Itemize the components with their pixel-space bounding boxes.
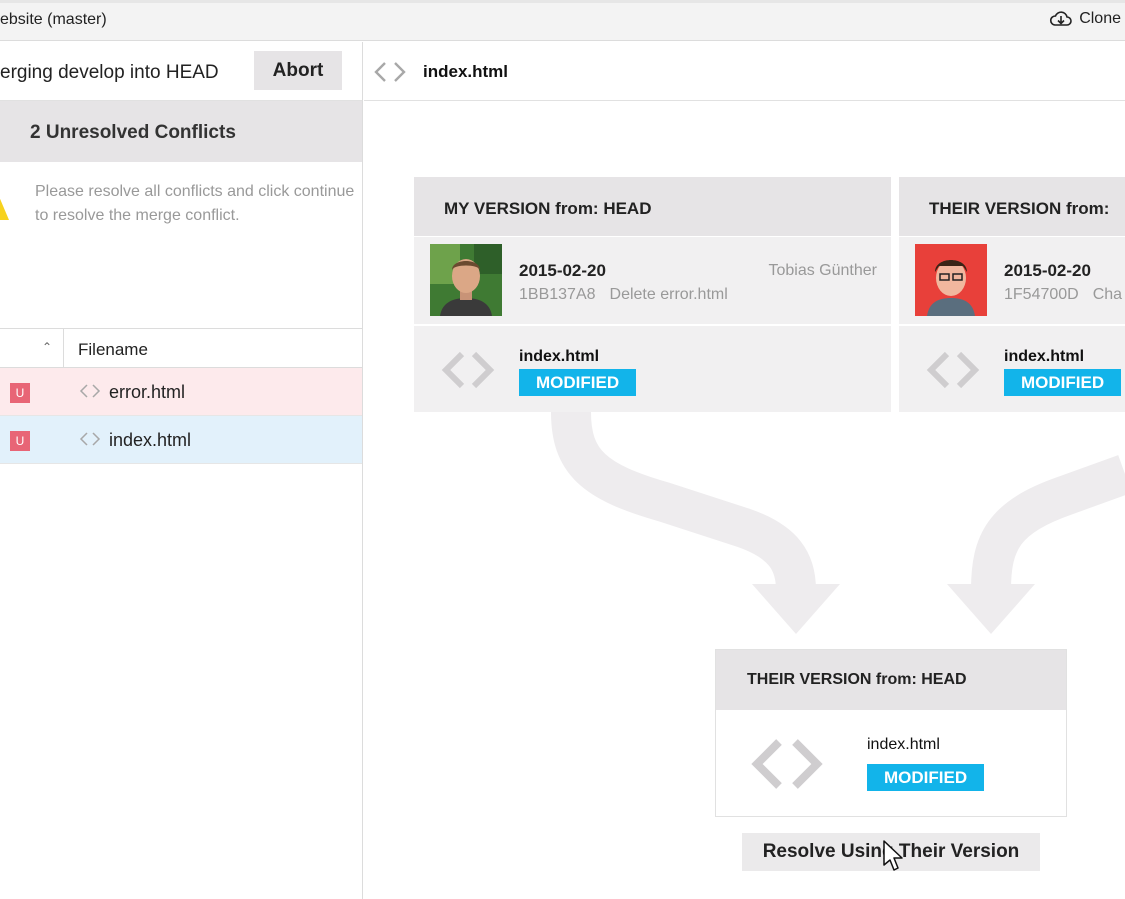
- conflicts-header: 2 Unresolved Conflicts: [0, 101, 362, 162]
- abort-button[interactable]: Abort: [254, 51, 342, 90]
- conflicts-count-label: 2 Unresolved Conflicts: [30, 122, 236, 143]
- modified-badge: MODIFIED: [1004, 369, 1122, 396]
- modified-badge: MODIFIED: [867, 764, 985, 791]
- code-file-icon: [441, 351, 495, 389]
- window-title: ebsite (master): [0, 11, 107, 28]
- file-name: error.html: [109, 382, 186, 402]
- unresolved-badge: U: [10, 431, 30, 451]
- warning-message: Please resolve all conflicts and click c…: [0, 162, 362, 328]
- unresolved-badge: U: [10, 383, 30, 403]
- card-header: MY VERSION from: HEAD: [414, 177, 891, 237]
- modified-badge: MODIFIED: [519, 369, 637, 396]
- commit-date: 2015-02-20: [519, 261, 606, 280]
- clone-button[interactable]: Clone: [1049, 10, 1121, 28]
- resolution-result-card: THEIR VERSION from: HEAD index.html MODI…: [715, 649, 1067, 817]
- card-header: THEIR VERSION from: HEAD: [716, 650, 1066, 710]
- table-row[interactable]: U error.html: [0, 368, 362, 416]
- merge-status-bar: erging develop into HEAD Abort: [0, 42, 362, 101]
- cloud-download-icon: [1050, 11, 1072, 26]
- sort-ascending-icon[interactable]: ⌃: [42, 340, 52, 354]
- commit-meta: 1F54700D Cha: [1004, 286, 1122, 304]
- code-file-icon: [79, 432, 101, 446]
- commit-date: 2015-02-20: [1004, 261, 1091, 280]
- avatar: [915, 244, 987, 316]
- their-version-card[interactable]: THEIR VERSION from: 2015-02-20 1F54700D C…: [899, 177, 1125, 412]
- file-change: index.html MODIFIED: [414, 328, 891, 412]
- commit-hash: 1BB137A8: [519, 286, 596, 303]
- commit-info: 2015-02-20 Tobias Günther 1BB137A8 Delete…: [414, 237, 891, 326]
- code-file-icon: [751, 739, 823, 789]
- table-row[interactable]: U index.html: [0, 416, 362, 464]
- column-divider[interactable]: [63, 329, 64, 369]
- file-name: index.html: [1004, 348, 1085, 365]
- commit-info: 2015-02-20 1F54700D Cha: [899, 237, 1125, 326]
- card-title: MY VERSION from: HEAD: [444, 199, 652, 218]
- card-title: THEIR VERSION from:: [929, 199, 1110, 218]
- commit-message: Cha: [1092, 286, 1123, 303]
- conflict-detail-panel: index.html MY VERSION from: HEAD 2015-02…: [364, 42, 1125, 899]
- filename-column-header[interactable]: Filename: [78, 340, 148, 360]
- card-header: THEIR VERSION from:: [899, 177, 1125, 237]
- conflict-file-table: ⌃ Filename U error.html U index.html: [0, 328, 362, 464]
- file-name: index.html: [867, 736, 940, 753]
- warning-text: Please resolve all conflicts and click c…: [35, 183, 355, 224]
- commit-message: Delete error.html: [609, 286, 728, 303]
- conflicts-sidebar: erging develop into HEAD Abort 2 Unresol…: [0, 42, 363, 899]
- merge-message: erging develop into HEAD: [0, 62, 219, 83]
- commit-author: Tobias Günther: [768, 262, 877, 279]
- file-name: index.html: [519, 348, 600, 365]
- mouse-cursor-icon: [883, 840, 903, 871]
- file-name: index.html: [109, 430, 192, 450]
- clone-label: Clone: [1079, 10, 1121, 27]
- warning-icon: [0, 198, 9, 220]
- table-header[interactable]: ⌃ Filename: [0, 328, 362, 369]
- commit-hash: 1F54700D: [1004, 286, 1079, 303]
- card-title: THEIR VERSION from: HEAD: [747, 671, 967, 688]
- code-file-icon: [79, 384, 101, 398]
- my-version-card[interactable]: MY VERSION from: HEAD 2015-02-20 Tobias …: [414, 177, 891, 412]
- commit-meta: 1BB137A8 Delete error.html: [519, 286, 728, 304]
- title-bar: ebsite (master) Clone: [0, 0, 1125, 41]
- code-file-icon: [926, 351, 980, 389]
- file-change: index.html MODIFIED: [899, 328, 1125, 412]
- tab-strip: [0, 0, 1125, 3]
- avatar: [430, 244, 502, 316]
